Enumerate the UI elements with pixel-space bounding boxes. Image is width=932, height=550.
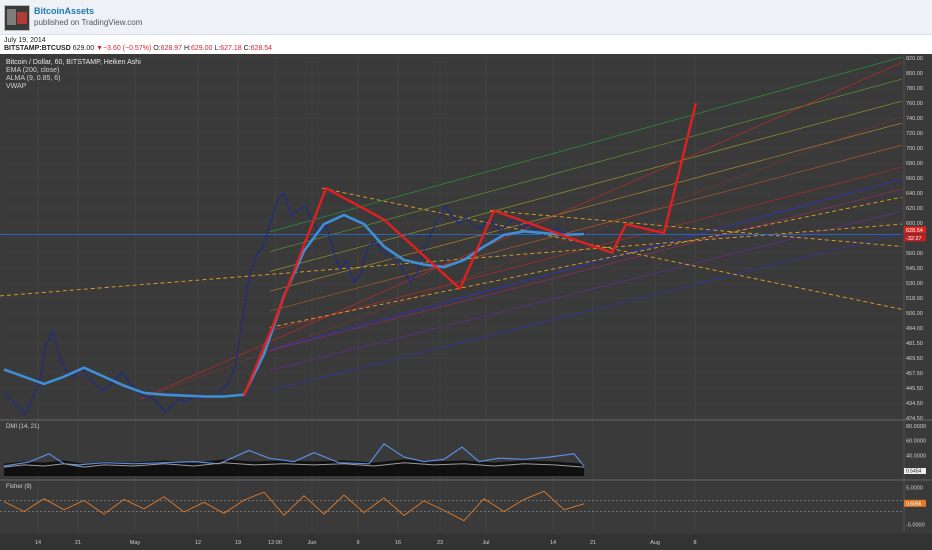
time-tick-8: 16: [395, 540, 401, 546]
price-tick-11: 600.00: [906, 221, 923, 227]
price-tick-21: 457.50: [906, 371, 923, 377]
time-tick-3: 12: [195, 540, 201, 546]
price-tick-8: 660.00: [906, 176, 923, 182]
ticker-change: ▼−3.60 (−0.57%): [96, 45, 152, 52]
ticker-high: 629.00: [191, 45, 213, 52]
price-tick-14: 545.00: [906, 266, 923, 272]
time-tick-0: 14: [35, 540, 41, 546]
countdown-label: -32:27: [906, 236, 922, 242]
time-tick-7: 9: [356, 540, 359, 546]
ticker-open: 628.97: [160, 45, 183, 52]
price-tick-22: 445.50: [906, 386, 923, 392]
price-tick-19: 481.50: [906, 341, 923, 347]
ticker-high-key: H:: [184, 45, 191, 52]
ticker-last: 629.00: [72, 45, 95, 52]
price-tick-17: 506.00: [906, 311, 923, 317]
ticker-low: 627.18: [220, 45, 242, 52]
price-tick-23: 434.50: [906, 401, 923, 407]
price-tick-24: 424.50: [906, 416, 923, 422]
time-tick-6: Jun: [308, 540, 317, 546]
time-axis: 14 21 May 12 19 12:00 Jun 9 16 23 Jul 14 21 Aug 8: [0, 534, 932, 550]
price-tick-16: 518.00: [906, 296, 923, 302]
price-tick-3: 760.00: [906, 101, 923, 107]
price-axis-bg: [904, 54, 932, 532]
fisher-tick-0: 5.0000: [906, 486, 923, 492]
dmi-tick-1: 60.0000: [906, 439, 926, 445]
price-axis: 820.00 800.00 780.00 760.00 740.00 720.00 700.…: [903, 54, 932, 532]
price-chart[interactable]: Bitcoin / Dollar, 60, BITSTAMP, Heiken A…: [0, 54, 932, 550]
ticker-close-key: C:: [243, 45, 251, 52]
price-tick-15: 530.00: [906, 281, 923, 287]
time-tick-1: 21: [75, 540, 81, 546]
price-tick-6: 700.00: [906, 146, 923, 152]
avatar[interactable]: [4, 5, 30, 31]
price-tick-9: 640.00: [906, 191, 923, 197]
ticker-line: BITSTAMP:BTCUSD 629.00 ▼−3.60 (−0.57%) O…: [4, 45, 272, 52]
price-tick-4: 740.00: [906, 116, 923, 122]
dmi-title: DMI (14, 21): [6, 424, 39, 430]
dmi-tick-0: 80.0000: [906, 424, 926, 430]
fisher-title: Fisher (9): [6, 484, 32, 490]
price-tick-20: 469.50: [906, 356, 923, 362]
price-tick-18: 494.00: [906, 326, 923, 332]
publisher-bar: BitcoinAssets published on TradingView.c…: [0, 0, 932, 35]
time-tick-4: 19: [235, 540, 241, 546]
legend-alma: ALMA (9, 0.85, 6): [6, 75, 60, 82]
price-tick-0: 820.00: [906, 56, 923, 62]
ticker-open-key: O:: [153, 45, 161, 52]
legend-vwap: VWAP: [6, 83, 27, 90]
dmi-tick-2: 40.0000: [906, 453, 926, 459]
time-tick-14: 8: [693, 540, 696, 546]
price-tick-2: 780.00: [906, 86, 923, 92]
price-tick-10: 620.00: [906, 206, 923, 212]
time-tick-10: Jul: [482, 540, 489, 546]
time-tick-5: 12:00: [268, 540, 282, 546]
time-tick-11: 14: [550, 540, 556, 546]
ticker-symbol: BITSTAMP:BTCUSD: [4, 45, 71, 52]
username-link[interactable]: BitcoinAssets: [34, 6, 94, 16]
price-tick-13: 560.00: [906, 251, 923, 257]
published-note: published on TradingView.com: [34, 18, 143, 27]
legend-ema: EMA (200, close): [6, 67, 59, 74]
legend-main: Bitcoin / Dollar, 60, BITSTAMP, Heiken A…: [6, 59, 141, 66]
ticker-close: 628.54: [250, 45, 273, 52]
chart-date: July 19, 2014: [4, 37, 46, 44]
price-tick-5: 720.00: [906, 131, 923, 137]
dmi-value-label: 0.5454: [906, 469, 922, 475]
time-tick-13: Aug: [650, 540, 660, 546]
time-tick-9: 23: [437, 540, 443, 546]
time-tick-2: May: [130, 540, 141, 546]
price-tick-7: 680.00: [906, 161, 923, 167]
fisher-value-label: 0.6066: [906, 501, 922, 507]
fisher-tick-1: -5.0000: [906, 522, 925, 528]
price-badge-label: 628.54: [906, 228, 923, 234]
price-tick-1: 800.00: [906, 71, 923, 77]
time-tick-12: 21: [590, 540, 596, 546]
